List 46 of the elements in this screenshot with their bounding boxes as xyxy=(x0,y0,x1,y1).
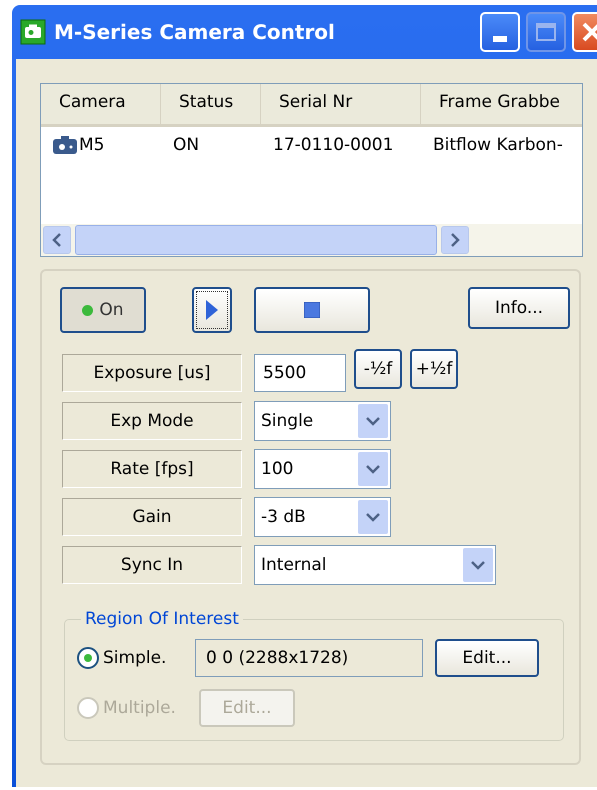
dropdown[interactable]: 100 xyxy=(254,449,391,489)
edit-button[interactable]: Edit... xyxy=(435,639,539,677)
step-button[interactable]: -½f xyxy=(354,349,402,389)
stop-icon xyxy=(304,302,320,318)
parameter-label: Sync In xyxy=(62,546,242,584)
play-button[interactable] xyxy=(192,287,232,333)
stop-button[interactable] xyxy=(254,287,370,333)
chevron-down-icon xyxy=(366,464,380,474)
column-header[interactable]: Status xyxy=(161,84,261,124)
maximize-icon xyxy=(536,23,556,41)
column-header[interactable]: Camera xyxy=(41,84,161,124)
chevron-down-icon xyxy=(366,512,380,522)
camera-icon xyxy=(20,19,46,45)
close-icon xyxy=(581,21,597,43)
power-toggle-button[interactable]: On xyxy=(60,287,146,333)
chevron-down-icon xyxy=(366,416,380,426)
parameter-label: Gain xyxy=(62,498,242,536)
dropdown[interactable]: Internal xyxy=(254,545,496,585)
dropdown[interactable]: -3 dB xyxy=(254,497,391,537)
column-header[interactable]: Frame Grabbe xyxy=(421,84,582,124)
roi-field: 0 0 (2288x1728) xyxy=(195,639,423,677)
horizontal-scrollbar[interactable] xyxy=(41,224,582,256)
camera-icon xyxy=(53,136,77,154)
table-cell: M5 xyxy=(79,135,104,155)
scrollbar-thumb[interactable] xyxy=(75,225,437,255)
scroll-right-button[interactable] xyxy=(441,226,469,254)
step-button[interactable]: +½f xyxy=(410,349,458,389)
column-header[interactable]: Serial Nr xyxy=(261,84,421,124)
radio-option[interactable]: Simple. xyxy=(77,647,187,669)
chevron-down-icon xyxy=(471,560,485,570)
info-button[interactable]: Info... xyxy=(468,287,570,329)
table-cell: Bitflow Karbon- xyxy=(433,135,563,155)
minimize-button[interactable] xyxy=(480,12,520,52)
minimize-icon xyxy=(493,36,507,42)
parameter-label: Exp Mode xyxy=(62,402,242,440)
exposure-input[interactable]: 5500 xyxy=(254,354,346,392)
play-icon xyxy=(205,299,219,321)
maximize-button[interactable] xyxy=(526,12,566,52)
table-cell: 17-0110-0001 xyxy=(273,135,394,155)
parameter-label: Exposure [us] xyxy=(62,354,242,392)
group-title: Region Of Interest xyxy=(84,609,240,629)
scroll-left-button[interactable] xyxy=(43,226,71,254)
parameter-label: Rate [fps] xyxy=(62,450,242,488)
table-cell: ON xyxy=(173,135,200,155)
window-title: M-Series Camera Control xyxy=(54,20,336,44)
dropdown[interactable]: Single xyxy=(254,401,391,441)
